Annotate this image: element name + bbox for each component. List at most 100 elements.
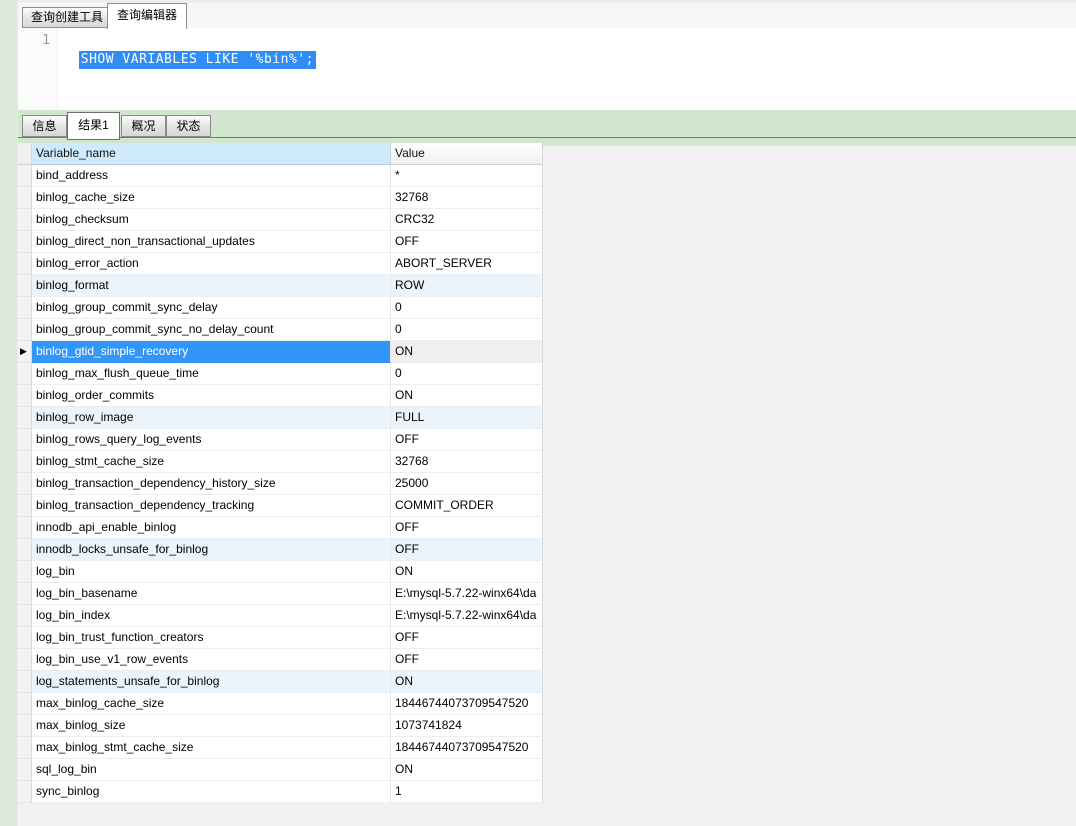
- row-selector[interactable]: [18, 781, 32, 803]
- sql-editor[interactable]: 1 SHOW VARIABLES LIKE '%bin%';: [18, 28, 1076, 110]
- value-cell[interactable]: 0: [391, 363, 543, 385]
- table-row[interactable]: bind_address*: [18, 165, 543, 187]
- value-cell[interactable]: FULL: [391, 407, 543, 429]
- variable-name-cell[interactable]: binlog_order_commits: [32, 385, 391, 407]
- row-selector[interactable]: [18, 539, 32, 561]
- value-cell[interactable]: 18446744073709547520: [391, 693, 543, 715]
- row-selector[interactable]: [18, 715, 32, 737]
- variable-name-cell[interactable]: binlog_rows_query_log_events: [32, 429, 391, 451]
- value-cell[interactable]: ON: [391, 561, 543, 583]
- row-selector[interactable]: [18, 605, 32, 627]
- value-cell[interactable]: E:\mysql-5.7.22-winx64\da: [391, 605, 543, 627]
- table-row[interactable]: log_bin_use_v1_row_eventsOFF: [18, 649, 543, 671]
- variable-name-cell[interactable]: binlog_transaction_dependency_history_si…: [32, 473, 391, 495]
- variable-name-cell[interactable]: innodb_locks_unsafe_for_binlog: [32, 539, 391, 561]
- value-cell[interactable]: ROW: [391, 275, 543, 297]
- table-row[interactable]: sql_log_binON: [18, 759, 543, 781]
- variable-name-cell[interactable]: log_bin_trust_function_creators: [32, 627, 391, 649]
- row-selector[interactable]: [18, 693, 32, 715]
- value-cell[interactable]: ON: [391, 759, 543, 781]
- variable-name-cell[interactable]: binlog_gtid_simple_recovery: [32, 341, 391, 363]
- table-row[interactable]: binlog_max_flush_queue_time0: [18, 363, 543, 385]
- variable-name-cell[interactable]: log_bin_use_v1_row_events: [32, 649, 391, 671]
- value-cell[interactable]: OFF: [391, 539, 543, 561]
- table-row[interactable]: binlog_formatROW: [18, 275, 543, 297]
- variable-name-cell[interactable]: binlog_group_commit_sync_no_delay_count: [32, 319, 391, 341]
- table-row[interactable]: ▶binlog_gtid_simple_recoveryON: [18, 341, 543, 363]
- table-row[interactable]: max_binlog_cache_size1844674407370954752…: [18, 693, 543, 715]
- variable-name-cell[interactable]: binlog_format: [32, 275, 391, 297]
- tab-profile[interactable]: 概况: [121, 115, 166, 137]
- table-row[interactable]: log_bin_trust_function_creatorsOFF: [18, 627, 543, 649]
- variable-name-cell[interactable]: binlog_row_image: [32, 407, 391, 429]
- value-cell[interactable]: *: [391, 165, 543, 187]
- row-selector[interactable]: [18, 253, 32, 275]
- row-selector[interactable]: [18, 297, 32, 319]
- table-row[interactable]: binlog_stmt_cache_size32768: [18, 451, 543, 473]
- table-row[interactable]: binlog_group_commit_sync_no_delay_count0: [18, 319, 543, 341]
- variable-name-cell[interactable]: binlog_transaction_dependency_tracking: [32, 495, 391, 517]
- variable-name-cell[interactable]: binlog_direct_non_transactional_updates: [32, 231, 391, 253]
- row-selector[interactable]: [18, 187, 32, 209]
- row-selector[interactable]: [18, 385, 32, 407]
- row-selector[interactable]: [18, 671, 32, 693]
- table-row[interactable]: max_binlog_stmt_cache_size18446744073709…: [18, 737, 543, 759]
- value-cell[interactable]: CRC32: [391, 209, 543, 231]
- variable-name-cell[interactable]: innodb_api_enable_binlog: [32, 517, 391, 539]
- variable-name-cell[interactable]: sync_binlog: [32, 781, 391, 803]
- value-cell[interactable]: OFF: [391, 231, 543, 253]
- tab-query-builder[interactable]: 查询创建工具: [22, 7, 112, 28]
- table-row[interactable]: innodb_api_enable_binlogOFF: [18, 517, 543, 539]
- table-row[interactable]: binlog_order_commitsON: [18, 385, 543, 407]
- sql-line[interactable]: SHOW VARIABLES LIKE '%bin%';: [61, 32, 316, 87]
- row-selector[interactable]: [18, 319, 32, 341]
- sql-selected-text[interactable]: SHOW VARIABLES LIKE '%bin%';: [79, 51, 316, 69]
- row-selector[interactable]: [18, 561, 32, 583]
- grid-corner-cell[interactable]: [18, 143, 32, 165]
- table-row[interactable]: innodb_locks_unsafe_for_binlogOFF: [18, 539, 543, 561]
- value-cell[interactable]: 18446744073709547520: [391, 737, 543, 759]
- value-cell[interactable]: ON: [391, 671, 543, 693]
- table-row[interactable]: sync_binlog1: [18, 781, 543, 803]
- column-header-variable-name[interactable]: Variable_name: [32, 143, 391, 165]
- value-cell[interactable]: OFF: [391, 649, 543, 671]
- value-cell[interactable]: 25000: [391, 473, 543, 495]
- variable-name-cell[interactable]: binlog_checksum: [32, 209, 391, 231]
- row-selector[interactable]: [18, 495, 32, 517]
- row-selector[interactable]: [18, 429, 32, 451]
- row-selector[interactable]: [18, 583, 32, 605]
- variable-name-cell[interactable]: max_binlog_cache_size: [32, 693, 391, 715]
- table-row[interactable]: log_binON: [18, 561, 543, 583]
- table-row[interactable]: binlog_group_commit_sync_delay0: [18, 297, 543, 319]
- tab-result1[interactable]: 结果1: [67, 112, 120, 140]
- column-header-value[interactable]: Value: [391, 143, 543, 165]
- row-selector[interactable]: [18, 517, 32, 539]
- table-row[interactable]: log_bin_indexE:\mysql-5.7.22-winx64\da: [18, 605, 543, 627]
- value-cell[interactable]: 0: [391, 319, 543, 341]
- variable-name-cell[interactable]: max_binlog_stmt_cache_size: [32, 737, 391, 759]
- table-row[interactable]: binlog_transaction_dependency_trackingCO…: [18, 495, 543, 517]
- row-selector[interactable]: [18, 209, 32, 231]
- value-cell[interactable]: OFF: [391, 429, 543, 451]
- tab-info[interactable]: 信息: [22, 115, 67, 137]
- variable-name-cell[interactable]: binlog_error_action: [32, 253, 391, 275]
- row-selector[interactable]: ▶: [18, 341, 32, 363]
- variable-name-cell[interactable]: log_bin: [32, 561, 391, 583]
- table-row[interactable]: binlog_checksumCRC32: [18, 209, 543, 231]
- variable-name-cell[interactable]: max_binlog_size: [32, 715, 391, 737]
- value-cell[interactable]: ON: [391, 385, 543, 407]
- variable-name-cell[interactable]: binlog_stmt_cache_size: [32, 451, 391, 473]
- value-cell[interactable]: 1: [391, 781, 543, 803]
- table-row[interactable]: binlog_cache_size32768: [18, 187, 543, 209]
- row-selector[interactable]: [18, 759, 32, 781]
- variable-name-cell[interactable]: log_bin_index: [32, 605, 391, 627]
- value-cell[interactable]: COMMIT_ORDER: [391, 495, 543, 517]
- table-row[interactable]: max_binlog_size1073741824: [18, 715, 543, 737]
- value-cell[interactable]: ON: [391, 341, 543, 363]
- variable-name-cell[interactable]: sql_log_bin: [32, 759, 391, 781]
- table-row[interactable]: binlog_transaction_dependency_history_si…: [18, 473, 543, 495]
- variable-name-cell[interactable]: binlog_max_flush_queue_time: [32, 363, 391, 385]
- variable-name-cell[interactable]: binlog_cache_size: [32, 187, 391, 209]
- table-row[interactable]: log_statements_unsafe_for_binlogON: [18, 671, 543, 693]
- row-selector[interactable]: [18, 627, 32, 649]
